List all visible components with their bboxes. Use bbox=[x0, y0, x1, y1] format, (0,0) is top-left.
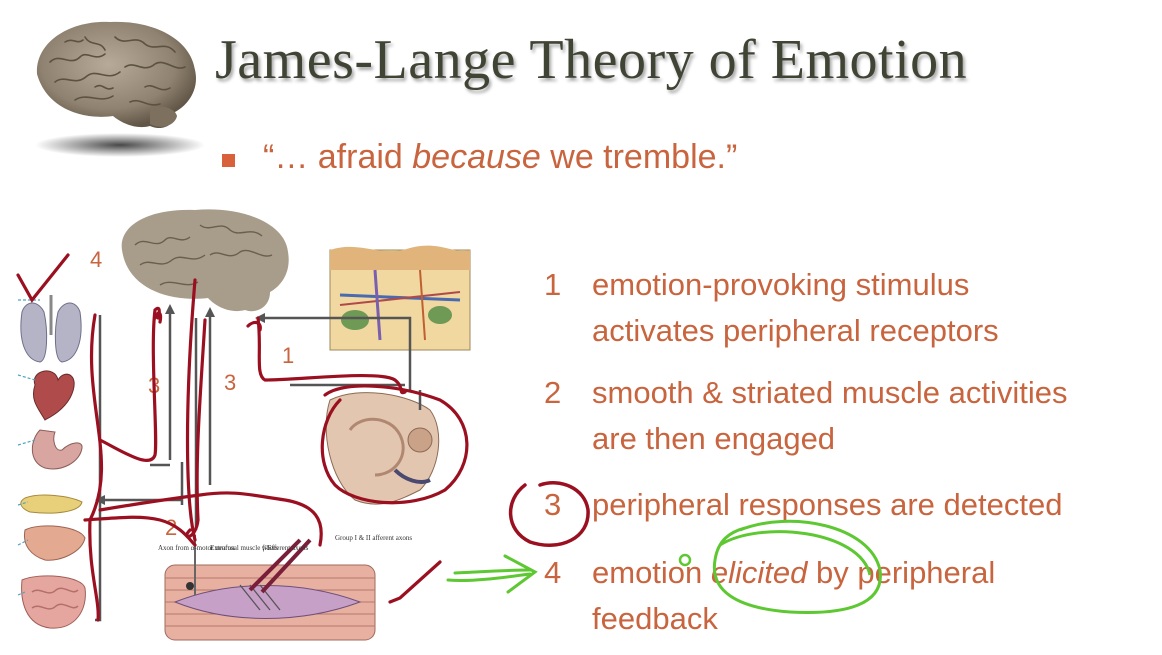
step-4-number: 4 bbox=[544, 555, 562, 590]
james-lange-diagram: Axon from α-motor neuron Extrafusal musc… bbox=[16, 209, 471, 641]
muscle-icon: Axon from α-motor neuron Extrafusal musc… bbox=[158, 534, 412, 641]
bullet-square-icon bbox=[222, 154, 235, 167]
step-1-line2: activates peripheral receptors bbox=[592, 313, 999, 348]
heart-icon bbox=[32, 370, 75, 421]
lungs-icon bbox=[20, 295, 82, 363]
diagram-label-3b: 3 bbox=[224, 370, 236, 395]
pancreas-icon bbox=[20, 494, 83, 514]
ear-icon bbox=[325, 392, 440, 505]
step-3-line1: peripheral responses are detected bbox=[592, 487, 1063, 522]
diagram-label-4: 4 bbox=[90, 247, 102, 272]
step-4-post: by peripheral bbox=[807, 555, 996, 590]
quote-bullet: “… afraid because we tremble.” bbox=[222, 138, 737, 177]
step-2-number: 2 bbox=[544, 375, 562, 410]
muscle-label-afferent: Group I & II afferent axons bbox=[335, 534, 412, 542]
slide: James-Lange Theory of Emotion “… afraid … bbox=[0, 0, 1162, 655]
slide-title: James-Lange Theory of Emotion bbox=[215, 29, 968, 91]
step-3-number: 3 bbox=[544, 487, 562, 522]
quote-text: “… afraid because we tremble.” bbox=[263, 138, 738, 176]
stomach-icon bbox=[31, 429, 83, 470]
step-4: 4 emotion elicited by peripheral feedback bbox=[540, 550, 1162, 642]
intestine-icon bbox=[21, 575, 86, 629]
step-2-line1: smooth & striated muscle activities bbox=[592, 375, 1068, 410]
step-1-line1: emotion-provoking stimulus bbox=[592, 267, 970, 302]
step-4-line2: feedback bbox=[592, 601, 718, 636]
step-3: 3 peripheral responses are detected bbox=[540, 482, 1162, 528]
step-4-emph: elicited bbox=[710, 555, 808, 590]
skin-icon bbox=[329, 245, 471, 351]
step-1-number: 1 bbox=[544, 267, 562, 302]
muscle-label-gamma: γ-Efferent axons bbox=[261, 544, 309, 552]
brain-logo-icon bbox=[35, 21, 205, 157]
brain-icon bbox=[121, 209, 289, 312]
step-2-line2: are then engaged bbox=[592, 421, 836, 456]
diagram-label-1: 1 bbox=[282, 343, 294, 368]
step-4-pre: emotion bbox=[592, 555, 711, 590]
liver-icon bbox=[23, 525, 86, 561]
step-2: 2 smooth & striated muscle activities are… bbox=[540, 370, 1162, 462]
step-1: 1 emotion-provoking stimulus activates pe… bbox=[540, 262, 1162, 354]
